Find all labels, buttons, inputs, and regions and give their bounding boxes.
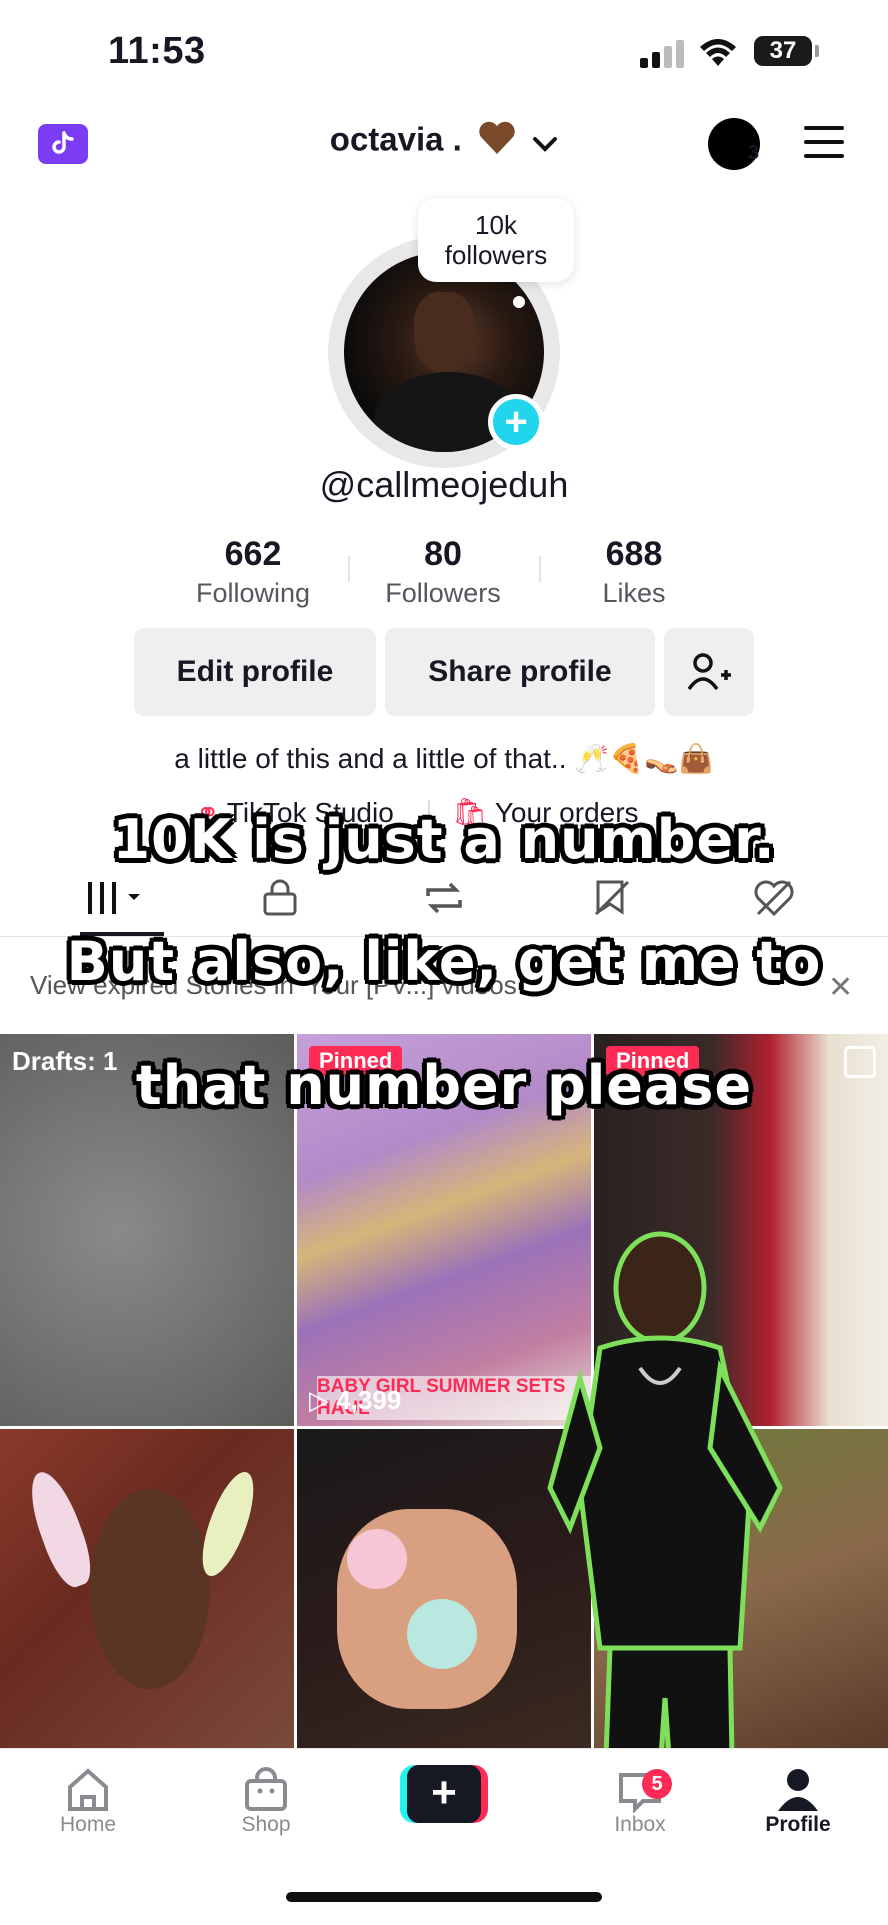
nav-inbox[interactable]: Inbox 5 xyxy=(580,1763,700,1837)
stat-value: 80 xyxy=(424,535,462,573)
chevron-down-icon xyxy=(532,123,558,161)
create-button[interactable]: + xyxy=(400,1765,488,1823)
notification-count: 3 xyxy=(748,142,760,164)
grid-icon xyxy=(88,882,140,914)
inbox-badge: 5 xyxy=(642,1769,672,1799)
nav-home[interactable]: Home xyxy=(28,1763,148,1837)
menu-icon[interactable] xyxy=(804,126,846,160)
nav-shop[interactable]: Shop xyxy=(206,1763,326,1837)
caption-line-1: 10K is just a number. xyxy=(112,808,776,871)
bookmark-hidden-icon xyxy=(594,880,630,916)
milestone-count: 10k xyxy=(475,210,517,240)
milestone-bubble: 10k followers xyxy=(418,198,574,282)
profile-icon xyxy=(778,1769,818,1811)
profile-bio: a little of this and a little of that.. … xyxy=(174,743,714,774)
battery-icon: 37 xyxy=(754,36,812,66)
lock-icon xyxy=(263,879,297,916)
home-icon xyxy=(68,1768,108,1811)
content-tabs xyxy=(0,866,888,938)
bubble-tail xyxy=(513,296,525,308)
nav-label: Home xyxy=(59,1813,117,1836)
account-name: octavia . xyxy=(329,120,462,158)
video-tile[interactable] xyxy=(0,1429,294,1748)
caption-line-3: that number please xyxy=(135,1054,753,1117)
tab-private[interactable] xyxy=(262,878,298,923)
home-indicator xyxy=(286,1892,602,1902)
stat-label: Likes xyxy=(602,578,666,608)
share-profile-button[interactable]: Share profile xyxy=(385,628,655,716)
stat-value: 662 xyxy=(224,535,282,573)
tab-liked[interactable] xyxy=(752,878,796,923)
heart-hidden-icon xyxy=(754,880,794,917)
add-user-icon xyxy=(687,653,731,691)
caption-line-2: But also, like, get me to xyxy=(66,930,822,993)
shop-bag-icon xyxy=(245,1767,287,1811)
stat-label: Followers xyxy=(385,578,501,608)
signal-icon xyxy=(640,40,686,68)
milestone-label: followers xyxy=(444,240,548,270)
brown-heart-icon xyxy=(477,120,517,164)
tab-reposts[interactable] xyxy=(422,878,466,923)
wifi-icon xyxy=(698,36,738,68)
repost-icon xyxy=(426,882,462,914)
stat-followers[interactable]: 80 Followers xyxy=(348,534,538,610)
status-time: 11:53 xyxy=(108,30,206,72)
tab-videos[interactable] xyxy=(86,878,150,923)
profile-handle: @callmeojeduh xyxy=(319,464,569,505)
plus-icon: + xyxy=(407,1765,481,1823)
view-count: ▷ 4,399 xyxy=(309,1385,402,1415)
stat-following[interactable]: 662 Following xyxy=(158,534,348,610)
add-story-button[interactable]: + xyxy=(488,394,544,450)
tab-favorites[interactable] xyxy=(592,878,632,923)
add-friends-button[interactable] xyxy=(664,628,754,716)
stat-value: 688 xyxy=(605,535,663,573)
battery-tip xyxy=(815,45,819,57)
nav-label: Shop xyxy=(241,1813,291,1836)
stat-label: Following xyxy=(195,578,311,608)
nav-label: Profile xyxy=(765,1813,831,1836)
edit-profile-button[interactable]: Edit profile xyxy=(134,628,376,716)
nav-profile[interactable]: Profile xyxy=(738,1763,858,1837)
stat-likes[interactable]: 688 Likes xyxy=(539,534,729,610)
nav-label: Inbox xyxy=(614,1813,666,1836)
